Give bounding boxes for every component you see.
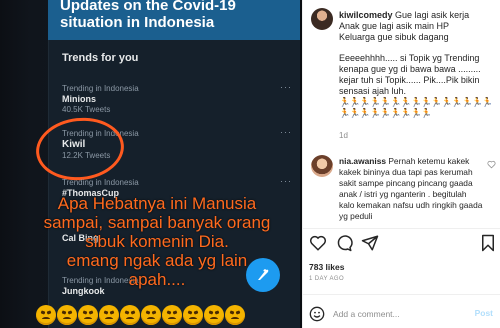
- share-icon[interactable]: [361, 234, 379, 252]
- instagram-post: Updates on the Covid-19 situation in Ind…: [0, 0, 500, 328]
- divider: [303, 228, 500, 229]
- emoji-row: [36, 305, 245, 325]
- post-date[interactable]: 1 DAY AGO: [309, 276, 344, 282]
- more-options-icon: ···: [280, 82, 292, 92]
- caption-age: 1d: [339, 131, 348, 140]
- more-options-icon: ···: [280, 127, 292, 137]
- trend-name: Minions: [62, 94, 96, 104]
- nauseated-face-emoji-icon: [225, 305, 245, 325]
- action-bar: [309, 234, 497, 252]
- like-comment-heart-icon[interactable]: [487, 160, 496, 169]
- nauseated-face-emoji-icon: [36, 305, 56, 325]
- caption-emoji: 🏃🏃🏃🏃🏃🏃🏃🏃🏃🏃🏃🏃🏃🏃🏃🏃🏃🏃🏃🏃🏃🏃🏃🏃: [339, 97, 493, 118]
- nauseated-face-emoji-icon: [162, 305, 182, 325]
- overlay-line: Apa Hebatnya ini Manusia: [57, 194, 257, 213]
- trend-context: Trending in Indonesia: [62, 178, 139, 187]
- overlay-line: sibuk komenin Dia.: [85, 232, 229, 251]
- nauseated-face-emoji-icon: [141, 305, 161, 325]
- post-comment-button[interactable]: Post: [475, 308, 493, 318]
- covid-banner-line-1: Updates on the Covid-19: [60, 0, 236, 14]
- add-comment-row: Post: [303, 300, 500, 328]
- caption-line: Keluarga gue sibuk dagang: [339, 32, 449, 42]
- avatar[interactable]: [311, 8, 333, 30]
- trend-count: 40.5K Tweets: [62, 105, 111, 114]
- post-caption: kiwilcomedy Gue lagi asik kerja Anak gue…: [339, 10, 497, 119]
- nauseated-face-emoji-icon: [183, 305, 203, 325]
- comment: nia.awaniss Pernah ketemu kakek kakek bi…: [339, 156, 483, 222]
- nauseated-face-emoji-icon: [204, 305, 224, 325]
- commenter-avatar[interactable]: [311, 155, 333, 177]
- emoji-smile-icon[interactable]: [309, 306, 325, 322]
- trends-title: Trends for you: [62, 52, 139, 64]
- overlay-line: sampai, sampai banyak orang: [43, 213, 271, 232]
- like-heart-icon[interactable]: [309, 234, 327, 252]
- covid-banner: Updates on the Covid-19 situation in Ind…: [48, 0, 300, 40]
- nauseated-face-emoji-icon: [78, 305, 98, 325]
- caption-line: Gue lagi asik kerja: [395, 10, 470, 20]
- divider: [303, 294, 500, 295]
- more-options-icon: ···: [280, 176, 292, 186]
- covid-banner-line-2: situation in Indonesia: [60, 14, 215, 31]
- compose-feather-icon: [258, 269, 269, 280]
- nauseated-face-emoji-icon: [57, 305, 77, 325]
- compose-tweet-button: [246, 258, 280, 292]
- comment-username[interactable]: nia.awaniss: [339, 156, 386, 166]
- bookmark-icon[interactable]: [479, 234, 497, 252]
- add-comment-input[interactable]: [333, 307, 463, 321]
- trend-item: Trending in Indonesia Minions 40.5K Twee…: [62, 84, 139, 114]
- caption-line: Anak gue lagi asik main HP: [339, 21, 450, 31]
- post-image[interactable]: Updates on the Covid-19 situation in Ind…: [0, 0, 302, 328]
- trend-context: Trending in Indonesia: [62, 84, 139, 93]
- caption-username[interactable]: kiwilcomedy: [339, 10, 393, 20]
- post-side-panel: kiwilcomedy Gue lagi asik kerja Anak gue…: [302, 0, 500, 328]
- caption-body: Eeeeehhhh..... si Topik yg Trending kena…: [339, 53, 481, 96]
- nauseated-face-emoji-icon: [99, 305, 119, 325]
- comment-icon[interactable]: [335, 234, 353, 252]
- nauseated-face-emoji-icon: [120, 305, 140, 325]
- likes-count[interactable]: 783 likes: [309, 262, 344, 272]
